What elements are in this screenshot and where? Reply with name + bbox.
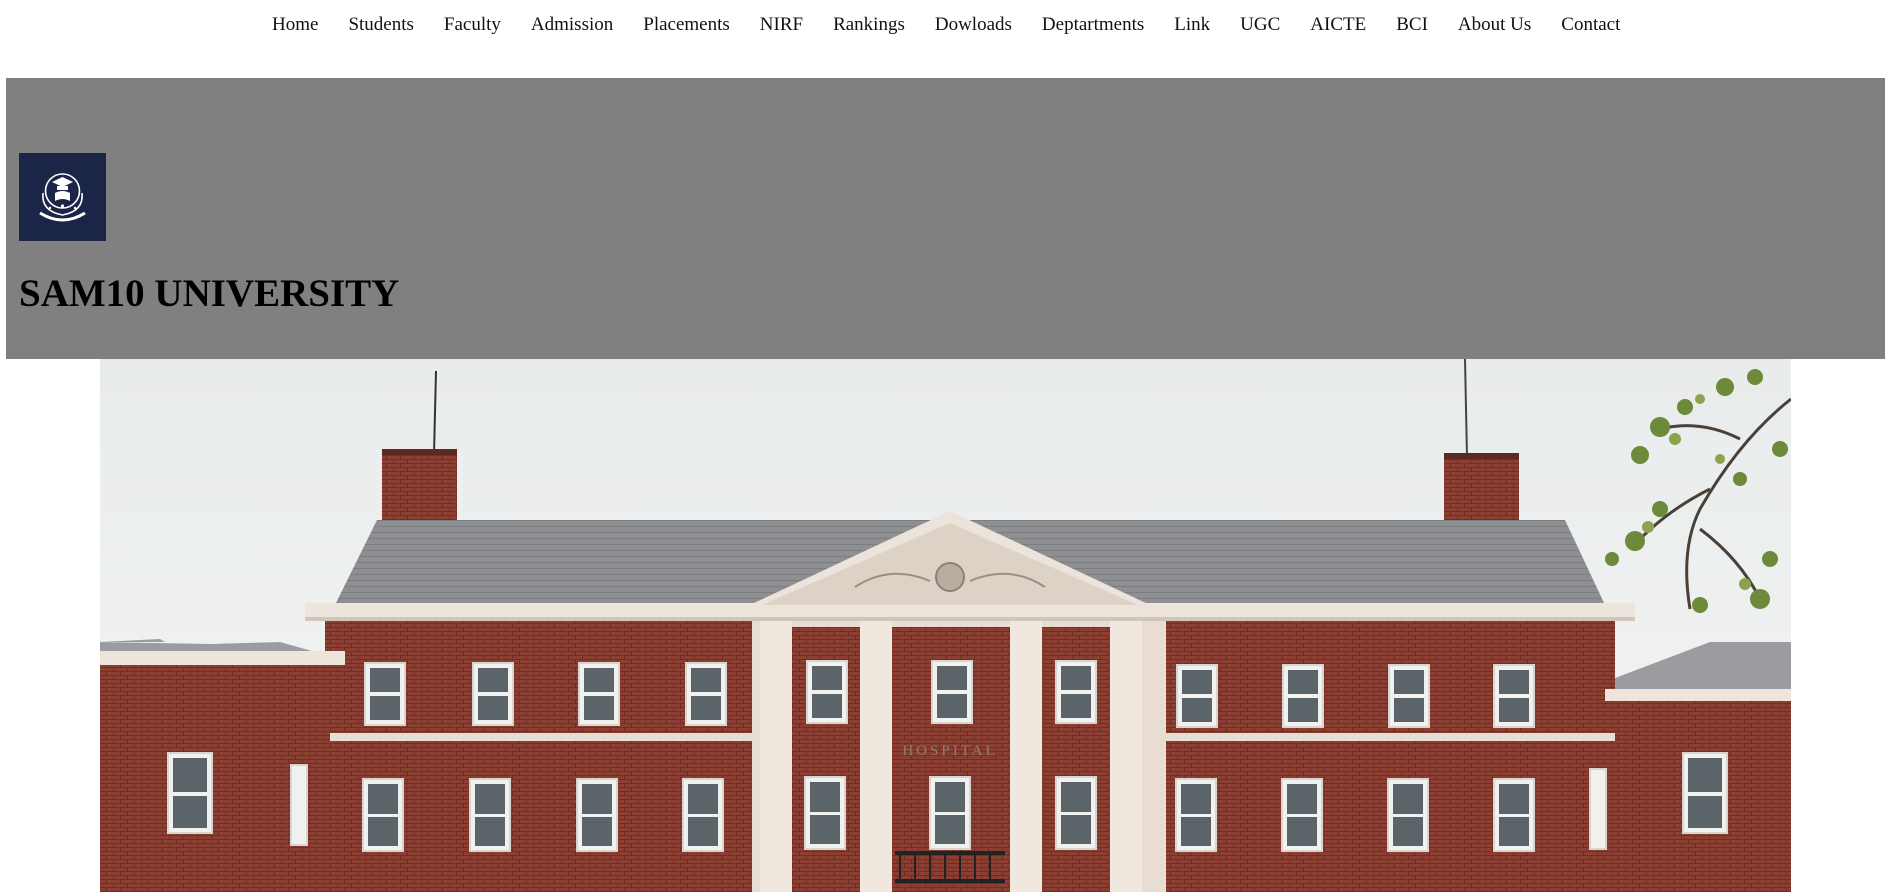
nav-item-rankings: Rankings — [833, 14, 905, 36]
nav-link-placements[interactable]: Placements — [643, 14, 730, 35]
building-sign-text: HOSPITAL — [902, 743, 997, 759]
nav-link-rankings[interactable]: Rankings — [833, 14, 905, 35]
nav-link-contact[interactable]: Contact — [1561, 14, 1620, 35]
site-header: SAM10 UNIVERSITY — [6, 78, 1885, 359]
nav-item-home: Home — [272, 14, 318, 36]
nav-item-link: Link — [1174, 14, 1210, 36]
nav-item-placements: Placements — [643, 14, 730, 36]
top-navigation: Home Students Faculty Admission Placemen… — [0, 0, 1885, 50]
nav-link-home[interactable]: Home — [272, 14, 318, 35]
nav-link-bci[interactable]: BCI — [1396, 14, 1428, 35]
nav-item-contact: Contact — [1561, 14, 1620, 36]
nav-link-faculty[interactable]: Faculty — [444, 14, 501, 35]
nav-item-nirf: NIRF — [760, 14, 803, 36]
nav-item-about-us: About Us — [1458, 14, 1531, 36]
nav-link-link[interactable]: Link — [1174, 14, 1210, 35]
nav-link-downloads[interactable]: Dowloads — [935, 14, 1012, 35]
nav-link-ugc[interactable]: UGC — [1240, 14, 1280, 35]
hero-image: HOSPITAL — [100, 359, 1791, 892]
site-title: SAM10 UNIVERSITY — [19, 272, 400, 315]
nav-item-departments: Deptartments — [1042, 14, 1144, 36]
nav-item-faculty: Faculty — [444, 14, 501, 36]
nav-link-admission[interactable]: Admission — [531, 14, 613, 35]
nav-list: Home Students Faculty Admission Placemen… — [272, 14, 1620, 36]
nav-link-departments[interactable]: Deptartments — [1042, 14, 1144, 35]
nav-link-about-us[interactable]: About Us — [1458, 14, 1531, 35]
nav-item-admission: Admission — [531, 14, 613, 36]
nav-item-aicte: AICTE — [1310, 14, 1366, 36]
nav-item-ugc: UGC — [1240, 14, 1280, 36]
page: Home Students Faculty Admission Placemen… — [0, 0, 1885, 892]
nav-item-bci: BCI — [1396, 14, 1428, 36]
nav-link-nirf[interactable]: NIRF — [760, 14, 803, 35]
nav-item-downloads: Dowloads — [935, 14, 1012, 36]
nav-link-aicte[interactable]: AICTE — [1310, 14, 1366, 35]
university-crest-icon[interactable] — [19, 153, 106, 241]
nav-link-students[interactable]: Students — [348, 14, 413, 35]
nav-item-students: Students — [348, 14, 413, 36]
